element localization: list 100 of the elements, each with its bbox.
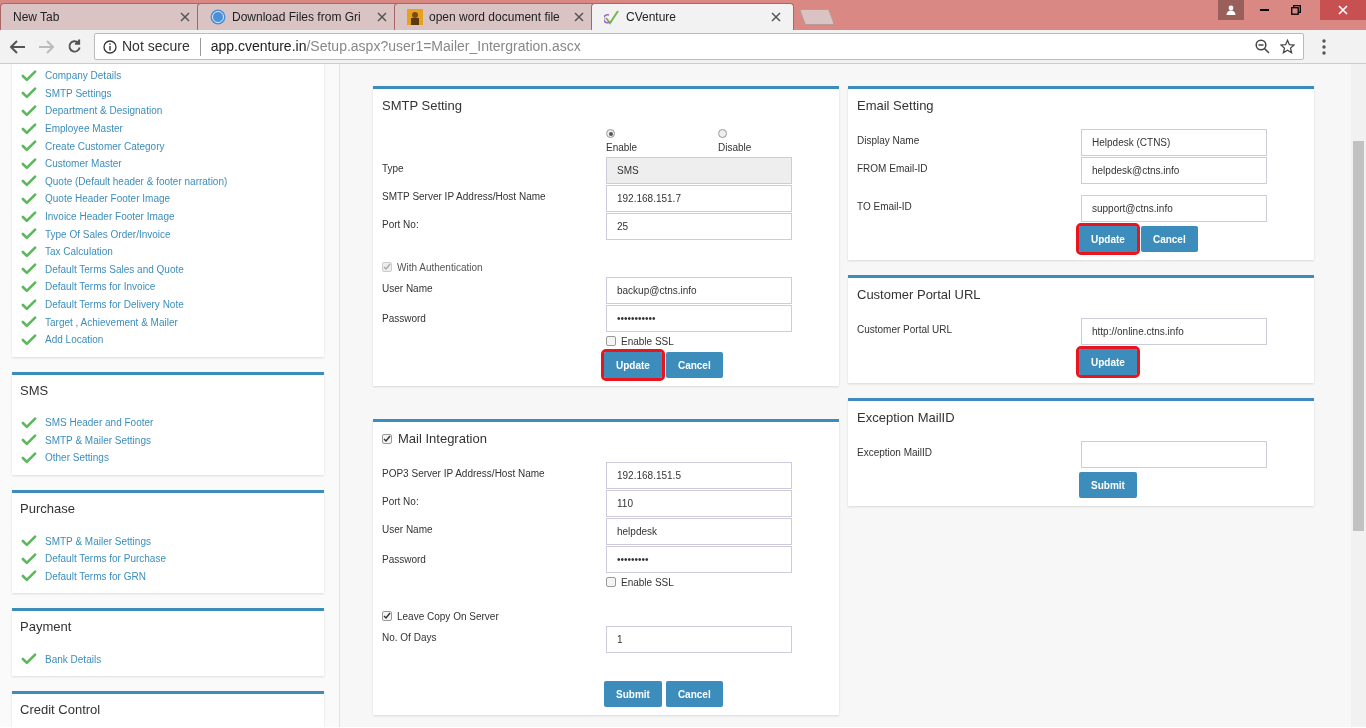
field-label: Customer Portal URL — [857, 322, 954, 337]
checkbox[interactable] — [606, 336, 616, 346]
sidebar-link[interactable]: Company Details — [45, 68, 122, 84]
check-icon — [21, 227, 37, 242]
menu-icon[interactable] — [1322, 38, 1326, 55]
reload-icon[interactable] — [67, 39, 82, 54]
action-button[interactable]: Update — [1079, 349, 1137, 375]
text-field[interactable]: 192.168.151.5 — [606, 462, 792, 489]
radio-button[interactable] — [718, 129, 727, 138]
field-label: Exception MailID — [857, 445, 934, 460]
zoom-out-icon[interactable] — [1255, 39, 1270, 54]
sidebar-link[interactable]: Target , Achievement & Mailer — [45, 314, 178, 330]
asp-logo-icon — [210, 9, 226, 25]
sidebar-link[interactable]: Default Terms for Invoice — [45, 279, 156, 295]
field-label: TO Email-ID — [857, 199, 913, 214]
checkbox-label: With Authentication — [397, 260, 483, 275]
text-field[interactable]: support@ctns.info — [1081, 195, 1267, 222]
sidebar-link[interactable]: SMTP & Mailer Settings — [45, 432, 151, 448]
text-field[interactable]: helpdesk — [606, 518, 792, 545]
sidebar-link[interactable]: Add Location — [45, 332, 104, 348]
sidebar-link[interactable]: Tax Calculation — [45, 244, 113, 260]
checkbox[interactable] — [382, 611, 392, 621]
checkbox[interactable] — [382, 434, 392, 444]
field-label: FROM Email-ID — [857, 161, 929, 176]
field-label: Display Name — [857, 133, 921, 148]
checkbox-label: Enable SSL — [621, 575, 674, 590]
check-icon — [21, 569, 37, 584]
scrollbar[interactable] — [1351, 64, 1366, 727]
tab-title: CVenture — [626, 9, 678, 26]
text-field[interactable]: helpdesk@ctns.info — [1081, 157, 1267, 184]
sidebar-link[interactable]: Default Terms for GRN — [45, 568, 146, 584]
check-icon — [21, 332, 37, 347]
sidebar-link[interactable]: Quote Header Footer Image — [45, 191, 171, 207]
url-path: /Setup.aspx?user1=Mailer_Intergration.ascx — [306, 38, 581, 54]
check-icon — [21, 262, 37, 277]
back-icon[interactable] — [10, 39, 26, 54]
profile-icon[interactable] — [1218, 0, 1244, 20]
radio-button[interactable] — [606, 129, 615, 138]
address-bar[interactable]: Not secure app.cventure.in/Setup.aspx?user1=Mailer_Intergration.ascx — [94, 33, 1304, 60]
text-field[interactable] — [1081, 441, 1267, 468]
action-button[interactable]: Cancel — [665, 681, 723, 707]
action-button[interactable]: Cancel — [665, 352, 723, 378]
sidebar-link[interactable]: Other Settings — [45, 450, 109, 466]
sidebar-link[interactable]: Create Customer Category — [45, 138, 165, 154]
sidebar-link[interactable]: Default Terms for Delivery Note — [45, 297, 184, 312]
scrollbar-thumb[interactable] — [1353, 141, 1364, 531]
sidebar-link[interactable]: SMS Header and Footer — [45, 415, 154, 431]
check-icon — [21, 191, 37, 206]
radio-label: Enable — [606, 141, 638, 155]
panel-title: Customer Portal URL — [857, 286, 981, 305]
sidebar-link[interactable]: Invoice Header Footer Image — [45, 209, 175, 225]
close-icon[interactable] — [1320, 0, 1366, 20]
field-label: User Name — [382, 281, 434, 296]
text-field[interactable]: 110 — [606, 490, 792, 517]
sidebar-link[interactable]: Type Of Sales Order/Invoice — [45, 226, 171, 242]
sidebar-link[interactable]: Department & Designation — [45, 103, 163, 119]
action-button[interactable]: Submit — [604, 681, 662, 707]
close-icon — [771, 12, 781, 22]
sidebar-link[interactable]: SMTP & Mailer Settings — [45, 533, 151, 549]
text-field[interactable]: 192.168.151.7 — [606, 185, 792, 212]
check-icon — [21, 297, 37, 312]
security-label: Not secure — [122, 37, 190, 56]
action-button[interactable]: Cancel — [1140, 226, 1198, 252]
star-icon[interactable] — [1280, 39, 1295, 54]
check-icon — [21, 279, 37, 294]
checkmark-icon — [604, 9, 620, 25]
tab-title: Download Files from Gri — [232, 9, 362, 26]
field-label: Type — [382, 161, 405, 176]
browser-tab[interactable]: CVenture — [591, 3, 794, 30]
text-field[interactable]: backup@ctns.info — [606, 277, 792, 304]
check-icon — [21, 534, 37, 549]
sidebar-link[interactable]: Customer Master — [45, 156, 122, 172]
field-label: POP3 Server IP Address/Host Name — [382, 466, 546, 481]
field-label: User Name — [382, 522, 434, 537]
info-icon — [103, 39, 117, 54]
text-field[interactable]: ••••••••••• — [606, 305, 792, 332]
sidebar-link[interactable]: Quote (Default header & footer narration) — [45, 173, 228, 189]
sidebar-link[interactable]: Default Terms Sales and Quote — [45, 261, 184, 277]
text-field[interactable]: 25 — [606, 213, 792, 240]
close-icon — [574, 12, 584, 22]
checkbox[interactable] — [606, 577, 616, 587]
text-field[interactable]: Helpdesk (CTNS) — [1081, 129, 1267, 156]
section-title: Payment — [20, 618, 73, 637]
action-button[interactable]: Submit — [1079, 472, 1137, 498]
check-icon — [21, 433, 37, 448]
sidebar-link[interactable]: Employee Master — [45, 121, 123, 137]
tab-title: New Tab — [13, 9, 61, 26]
sidebar-link[interactable]: Bank Details — [45, 651, 102, 667]
check-icon — [21, 551, 37, 566]
sidebar-link[interactable]: Default Terms for Purchase — [45, 551, 166, 567]
action-button[interactable]: Update — [1079, 226, 1137, 252]
check-icon — [21, 451, 37, 465]
text-field[interactable]: ••••••••• — [606, 546, 792, 573]
check-icon — [21, 86, 37, 101]
text-field[interactable]: 1 — [606, 626, 792, 653]
check-icon — [21, 139, 37, 154]
sidebar-link[interactable]: SMTP Settings — [45, 85, 112, 101]
action-button[interactable]: Update — [604, 352, 662, 378]
field-label: No. Of Days — [382, 630, 438, 645]
text-field[interactable]: http://online.ctns.info — [1081, 318, 1267, 345]
